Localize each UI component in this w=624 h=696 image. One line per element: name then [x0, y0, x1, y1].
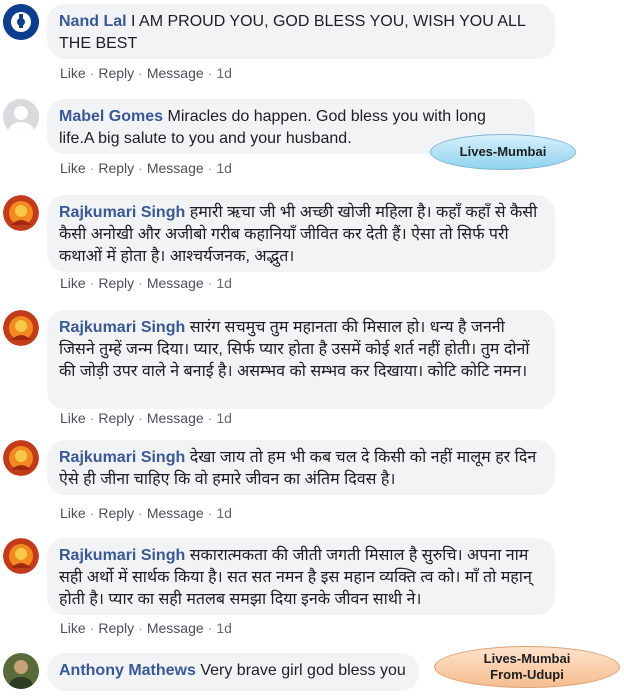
comment-author[interactable]: Anthony Mathews: [59, 662, 196, 679]
separator: ·: [207, 505, 213, 521]
timestamp[interactable]: 1d: [216, 410, 232, 426]
message-link[interactable]: Message: [147, 410, 204, 426]
comment-actions: Like · Reply · Message · 1d: [60, 505, 232, 521]
user-photo-icon[interactable]: [3, 653, 39, 689]
comment-bubble: Nand Lal I AM PROUD YOU, GOD BLESS YOU, …: [47, 4, 555, 59]
comment-author[interactable]: Mabel Gomes: [59, 108, 163, 125]
separator: ·: [89, 505, 95, 521]
comment-text: Very brave girl god bless you: [200, 662, 406, 679]
location-tag-line: From-Udupi: [490, 667, 564, 682]
timestamp[interactable]: 1d: [216, 275, 232, 291]
reply-link[interactable]: Reply: [98, 410, 134, 426]
separator: ·: [89, 410, 95, 426]
location-tag-line: Lives-Mumbai: [483, 651, 571, 666]
reply-link[interactable]: Reply: [98, 65, 134, 81]
timestamp[interactable]: 1d: [216, 505, 232, 521]
separator: ·: [89, 160, 95, 176]
comment-author[interactable]: Nand Lal: [59, 13, 127, 30]
deity-icon[interactable]: [3, 538, 39, 574]
comment-bubble: Rajkumari Singh सारंग सचमुच तुम महानता क…: [47, 310, 555, 409]
deity-icon[interactable]: [3, 440, 39, 476]
reply-link[interactable]: Reply: [98, 160, 134, 176]
reply-link[interactable]: Reply: [98, 620, 134, 636]
like-link[interactable]: Like: [60, 160, 86, 176]
like-link[interactable]: Like: [60, 620, 86, 636]
separator: ·: [138, 505, 143, 521]
comment-bubble: Rajkumari Singh देखा जाय तो हम भी कब चल …: [47, 440, 555, 495]
message-link[interactable]: Message: [147, 160, 204, 176]
separator: ·: [89, 65, 95, 81]
comment-actions: Like · Reply · Message · 1d: [60, 410, 232, 426]
like-link[interactable]: Like: [60, 275, 86, 291]
location-tag: Lives-Mumbai: [430, 134, 576, 170]
timestamp[interactable]: 1d: [216, 160, 232, 176]
separator: ·: [207, 65, 213, 81]
separator: ·: [138, 620, 143, 636]
deity-icon[interactable]: [3, 195, 39, 231]
comment-author[interactable]: Rajkumari Singh: [59, 449, 185, 466]
comment-actions: Like · Reply · Message · 1d: [60, 160, 232, 176]
comment-bubble: Rajkumari Singh सकारात्मकता की जीती जगती…: [47, 538, 555, 615]
separator: ·: [138, 160, 143, 176]
separator: ·: [89, 620, 95, 636]
message-link[interactable]: Message: [147, 505, 204, 521]
separator: ·: [207, 620, 213, 636]
separator: ·: [138, 410, 143, 426]
separator: ·: [138, 275, 143, 291]
separator: ·: [138, 65, 143, 81]
deity-icon[interactable]: [3, 310, 39, 346]
comment-bubble: Rajkumari Singh हमारी ऋचा जी भी अच्छी खो…: [47, 195, 555, 272]
message-link[interactable]: Message: [147, 65, 204, 81]
message-link[interactable]: Message: [147, 275, 204, 291]
bank-logo-icon[interactable]: [3, 4, 39, 40]
separator: ·: [207, 275, 213, 291]
comment-author[interactable]: Rajkumari Singh: [59, 547, 185, 564]
timestamp[interactable]: 1d: [216, 65, 232, 81]
comment-author[interactable]: Rajkumari Singh: [59, 319, 185, 336]
location-tag: Lives-Mumbai From-Udupi: [434, 646, 620, 688]
comment-author[interactable]: Rajkumari Singh: [59, 204, 185, 221]
reply-link[interactable]: Reply: [98, 505, 134, 521]
comment-actions: Like · Reply · Message · 1d: [60, 65, 232, 81]
like-link[interactable]: Like: [60, 65, 86, 81]
default-user-icon[interactable]: [3, 99, 39, 135]
message-link[interactable]: Message: [147, 620, 204, 636]
comment-text: I AM PROUD YOU, GOD BLESS YOU, WISH YOU …: [59, 13, 526, 52]
like-link[interactable]: Like: [60, 505, 86, 521]
separator: ·: [207, 160, 213, 176]
like-link[interactable]: Like: [60, 410, 86, 426]
reply-link[interactable]: Reply: [98, 275, 134, 291]
separator: ·: [207, 410, 213, 426]
comment-bubble: Anthony Mathews Very brave girl god bles…: [47, 653, 419, 691]
timestamp[interactable]: 1d: [216, 620, 232, 636]
comment-actions: Like · Reply · Message · 1d: [60, 275, 232, 291]
separator: ·: [89, 275, 95, 291]
comment-actions: Like · Reply · Message · 1d: [60, 620, 232, 636]
